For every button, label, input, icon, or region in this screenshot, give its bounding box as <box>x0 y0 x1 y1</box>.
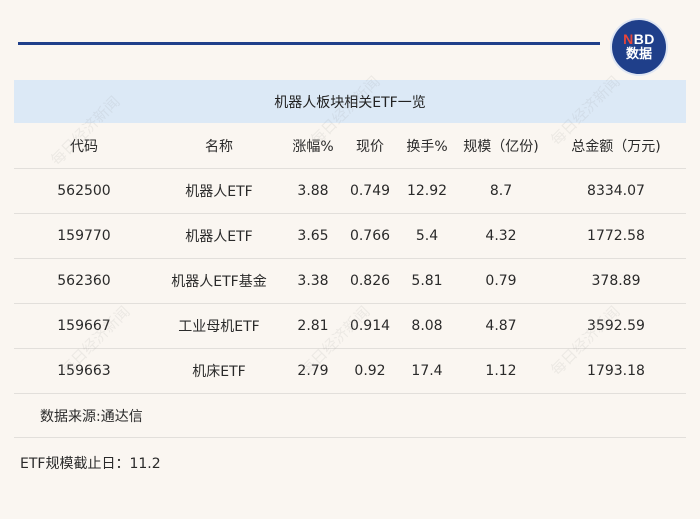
table-row: 159663 机床ETF 2.79 0.92 17.4 1.12 1793.18 <box>14 349 686 394</box>
cell-price: 0.92 <box>354 363 386 379</box>
cell-name: 机器人ETF <box>185 184 253 200</box>
table-header-row: 代码 名称 涨幅% 现价 换手% 规模（亿份) 总金额（万元) <box>14 123 686 169</box>
cell-scale: 4.87 <box>485 318 517 334</box>
header-code: 代码 <box>70 138 98 155</box>
logo-caption: 数据 <box>625 47 652 62</box>
cell-amount: 8334.07 <box>587 183 645 199</box>
cell-amount: 3592.59 <box>587 318 645 334</box>
etf-table: 代码 名称 涨幅% 现价 换手% 规模（亿份) 总金额（万元) 562500 机… <box>14 123 686 394</box>
data-source: 数据来源:通达信 <box>40 408 143 425</box>
source-divider <box>14 437 686 438</box>
header-amount: 总金额（万元) <box>571 138 661 155</box>
cell-amount: 1793.18 <box>587 363 645 379</box>
top-divider <box>18 42 600 45</box>
table-row: 159667 工业母机ETF 2.81 0.914 8.08 4.87 3592… <box>14 304 686 349</box>
cell-name: 机器人ETF <box>185 229 253 245</box>
cell-amount: 1772.58 <box>587 228 645 244</box>
logo-letters-bd: BD <box>633 31 655 47</box>
cell-change: 3.65 <box>297 228 329 244</box>
cell-code: 159663 <box>57 363 111 379</box>
cell-price: 0.766 <box>349 228 391 244</box>
cell-amount: 378.89 <box>591 273 641 289</box>
logo-letter-n: N <box>623 31 634 47</box>
cell-scale: 8.7 <box>489 183 513 199</box>
cell-scale: 0.79 <box>485 273 517 289</box>
cell-code: 562360 <box>57 273 111 289</box>
cell-change: 3.88 <box>297 183 329 199</box>
cell-price: 0.749 <box>349 183 391 199</box>
cell-scale: 1.12 <box>485 363 517 379</box>
header-price: 现价 <box>356 138 384 155</box>
header-change: 涨幅% <box>292 138 334 155</box>
header-name: 名称 <box>205 138 233 155</box>
cell-turnover: 5.81 <box>411 273 443 289</box>
cell-code: 562500 <box>57 183 111 199</box>
cell-change: 2.79 <box>297 363 329 379</box>
table-title: 机器人板块相关ETF一览 <box>274 94 426 111</box>
table-row: 159770 机器人ETF 3.65 0.766 5.4 4.32 1772.5… <box>14 214 686 259</box>
cell-price: 0.914 <box>349 318 391 334</box>
header-scale: 规模（亿份) <box>463 138 539 155</box>
cell-turnover: 12.92 <box>406 183 448 199</box>
scale-date-note: ETF规模截止日：11.2 <box>20 456 161 472</box>
header-turnover: 换手% <box>406 138 448 155</box>
cell-name: 工业母机ETF <box>178 319 260 335</box>
table-title-bar: 机器人板块相关ETF一览 <box>14 80 686 123</box>
cell-change: 3.38 <box>297 273 329 289</box>
cell-price: 0.826 <box>349 273 391 289</box>
cell-name: 机器人ETF基金 <box>171 274 267 290</box>
cell-turnover: 8.08 <box>411 318 443 334</box>
cell-change: 2.81 <box>297 318 329 334</box>
table-row: 562500 机器人ETF 3.88 0.749 12.92 8.7 8334.… <box>14 169 686 214</box>
cell-code: 159667 <box>57 318 111 334</box>
cell-turnover: 17.4 <box>411 363 443 379</box>
cell-turnover: 5.4 <box>415 228 439 244</box>
cell-scale: 4.32 <box>485 228 517 244</box>
table-row: 562360 机器人ETF基金 3.38 0.826 5.81 0.79 378… <box>14 259 686 304</box>
cell-name: 机床ETF <box>192 364 246 380</box>
nbd-data-logo: NBD 数据 <box>612 20 666 74</box>
cell-code: 159770 <box>57 228 111 244</box>
